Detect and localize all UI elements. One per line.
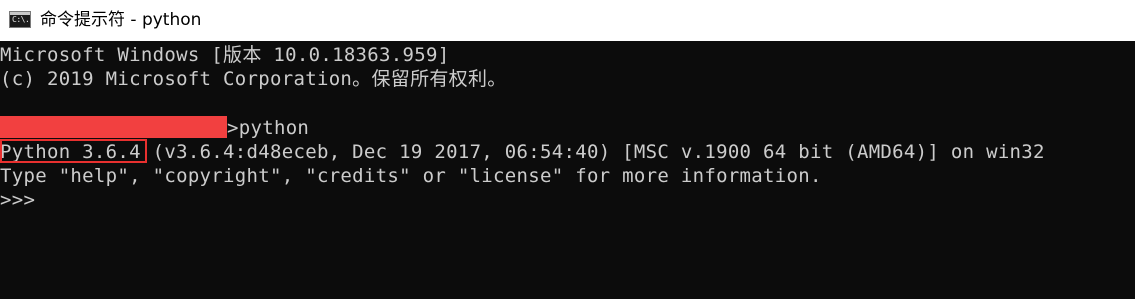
- redacted-path: [0, 116, 227, 138]
- python-build-info: (v3.6.4:d48eceb, Dec 19 2017, 06:54:40) …: [140, 141, 1045, 163]
- console-line-command: >python: [227, 117, 310, 139]
- cmd-icon-glyph: C:\.: [12, 15, 30, 24]
- console-prompt[interactable]: >>>: [0, 188, 35, 212]
- console-line-python-info: Python 3.6.4 (v3.6.4:d48eceb, Dec 19 201…: [0, 140, 1045, 164]
- window-title: 命令提示符 - python: [40, 10, 202, 30]
- console-line-help: Type "help", "copyright", "credits" or "…: [0, 165, 822, 187]
- cmd-icon: C:\.: [9, 11, 31, 28]
- command-prompt-window: C:\. 命令提示符 - python Microsoft Windows [版…: [0, 0, 1135, 299]
- title-bar[interactable]: C:\. 命令提示符 - python: [0, 0, 1135, 41]
- console-line-version: Microsoft Windows [版本 10.0.18363.959]: [0, 44, 450, 66]
- console-line-copyright: (c) 2019 Microsoft Corporation。保留所有权利。: [0, 68, 507, 90]
- console-output[interactable]: Microsoft Windows [版本 10.0.18363.959] (c…: [0, 41, 1135, 299]
- python-version-highlight: [0, 139, 147, 163]
